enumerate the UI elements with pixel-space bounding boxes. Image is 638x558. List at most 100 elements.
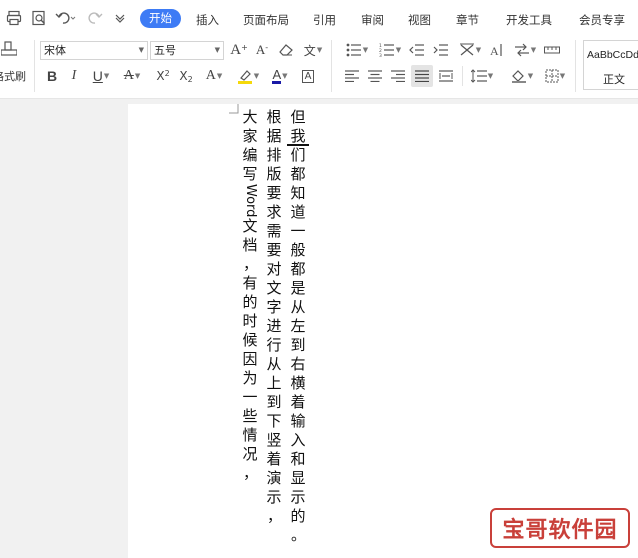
font-color-icon[interactable]: A ▼: [267, 67, 293, 85]
shading-icon[interactable]: ▼: [508, 67, 536, 85]
align-left-icon[interactable]: [343, 67, 361, 85]
ruler-icon[interactable]: [543, 41, 561, 59]
align-center-icon[interactable]: [366, 67, 384, 85]
text-glyph: 有: [242, 274, 258, 293]
ribbon-divider: [331, 40, 332, 92]
text-column-2[interactable]: 根据排版要求需要对文字进行从上到下竖着演示，: [264, 108, 284, 526]
text-column-1[interactable]: 但我们都知道一般都是从左到右横着输入和显示的。: [288, 108, 308, 545]
text-glyph: 竖: [266, 431, 282, 449]
increase-font-size-icon[interactable]: A +: [230, 41, 248, 59]
print-icon[interactable]: [4, 8, 24, 28]
text-glyph: 着: [290, 393, 306, 411]
highlight-color-icon[interactable]: ▼: [234, 67, 262, 85]
numbering-icon[interactable]: 1 2 3 ▼: [376, 41, 404, 59]
text-glyph: 时: [242, 312, 258, 331]
text-glyph: 要: [266, 241, 282, 259]
tab-developer-tools[interactable]: 开发工具: [506, 10, 552, 30]
tab-home[interactable]: 开始: [140, 9, 181, 28]
text-glyph: ，: [242, 255, 258, 274]
undo-icon[interactable]: [54, 8, 78, 28]
phonetic-guide-icon[interactable]: 文 ▼: [300, 41, 326, 59]
tab-insert[interactable]: 插入: [196, 10, 219, 30]
tab-section[interactable]: 章节: [456, 10, 479, 30]
text-glyph: 求: [266, 203, 282, 221]
bold-icon[interactable]: B: [44, 67, 60, 85]
text-glyph: 为: [242, 369, 258, 388]
text-glyph: 文: [242, 217, 258, 236]
tab-view[interactable]: 视图: [408, 10, 431, 30]
text-glyph: 到: [290, 336, 306, 354]
text-glyph: 从: [266, 355, 282, 373]
document-page[interactable]: [128, 104, 638, 558]
text-column-3[interactable]: 大家编写 Word 文档，有的时候因为一些情况，: [240, 108, 260, 483]
text-glyph: 横: [290, 374, 306, 392]
text-glyph: 从: [290, 298, 306, 316]
format-painter-icon[interactable]: [0, 40, 18, 62]
text-glyph: 要: [266, 184, 282, 202]
text-glyph: 版: [266, 165, 282, 183]
svg-text:A: A: [490, 44, 499, 57]
text-glyph: ，: [242, 464, 258, 483]
strikethrough-icon[interactable]: A ▼: [118, 67, 146, 85]
text-glyph: 的: [242, 293, 258, 312]
text-glyph: 大: [242, 108, 258, 126]
text-glyph: 对: [266, 260, 282, 278]
tab-member-exclusive[interactable]: 会员专享: [579, 10, 625, 30]
text-glyph: 到: [266, 393, 282, 411]
tab-references[interactable]: 引用: [313, 10, 336, 30]
align-right-icon[interactable]: [389, 67, 407, 85]
increase-indent-icon[interactable]: [432, 41, 450, 59]
text-glyph: 右: [290, 355, 306, 373]
character-border-icon[interactable]: A: [299, 67, 317, 85]
decrease-font-size-icon[interactable]: A-: [253, 41, 271, 59]
line-spacing-icon[interactable]: ▼: [468, 67, 496, 85]
justify-icon[interactable]: [411, 65, 433, 87]
print-preview-icon[interactable]: [29, 8, 49, 28]
superscript-icon[interactable]: X2: [153, 67, 173, 85]
text-glyph: 示: [290, 488, 306, 506]
font-name-select[interactable]: 宋体 ▼: [40, 41, 148, 60]
text-glyph: 些: [242, 407, 258, 426]
style-name: 正文: [603, 73, 625, 86]
ribbon-divider: [575, 40, 576, 92]
style-gallery-normal[interactable]: AaBbCcDd 正文: [583, 40, 638, 90]
text-glyph: 和: [290, 450, 306, 468]
redo-icon[interactable]: [85, 8, 105, 28]
text-glyph: 们: [290, 146, 306, 164]
subscript-icon[interactable]: X2: [176, 67, 196, 85]
text-glyph: 字: [266, 298, 282, 316]
text-glyph: 般: [290, 241, 306, 259]
text-direction-icon[interactable]: A: [488, 41, 506, 59]
text-glyph: 都: [290, 260, 306, 278]
bullets-icon[interactable]: ▼: [343, 41, 371, 59]
italic-icon[interactable]: I: [66, 67, 82, 85]
text-glyph: Word: [243, 184, 258, 218]
underline-icon[interactable]: U ▼: [88, 67, 114, 85]
chinese-layout-icon[interactable]: ▼: [456, 41, 484, 59]
ribbon-divider: [462, 66, 463, 86]
borders-icon[interactable]: ▼: [541, 67, 569, 85]
text-glyph: 入: [290, 431, 306, 449]
text-glyph: 进: [266, 317, 282, 335]
format-painter-label[interactable]: 格式刷: [0, 68, 26, 84]
paragraph-spacing-icon[interactable]: ▼: [511, 41, 539, 59]
customize-toolbar-icon[interactable]: [110, 8, 130, 28]
text-glyph: 显: [290, 469, 306, 487]
decrease-indent-icon[interactable]: [408, 41, 426, 59]
text-glyph: 输: [290, 412, 306, 430]
distributed-align-icon[interactable]: [437, 67, 455, 85]
text-glyph: 一: [242, 388, 258, 407]
svg-text:3: 3: [379, 53, 382, 57]
text-effect-icon[interactable]: A ▼: [201, 67, 227, 85]
site-watermark: 宝哥软件园: [490, 508, 630, 548]
text-glyph: 。: [290, 526, 306, 544]
tab-review[interactable]: 审阅: [361, 10, 384, 30]
font-size-select[interactable]: 五号 ▼: [150, 41, 224, 60]
font-name-value: 宋体: [44, 44, 66, 57]
text-glyph: 文: [266, 279, 282, 297]
menu-bar: 开始 插入 页面布局 引用 审阅 视图 章节 开发工具 会员专享: [0, 0, 638, 37]
text-glyph: 着: [266, 450, 282, 468]
ribbon-divider: [34, 40, 35, 92]
tab-page-layout[interactable]: 页面布局: [243, 10, 289, 30]
clear-formatting-icon[interactable]: [277, 41, 295, 59]
